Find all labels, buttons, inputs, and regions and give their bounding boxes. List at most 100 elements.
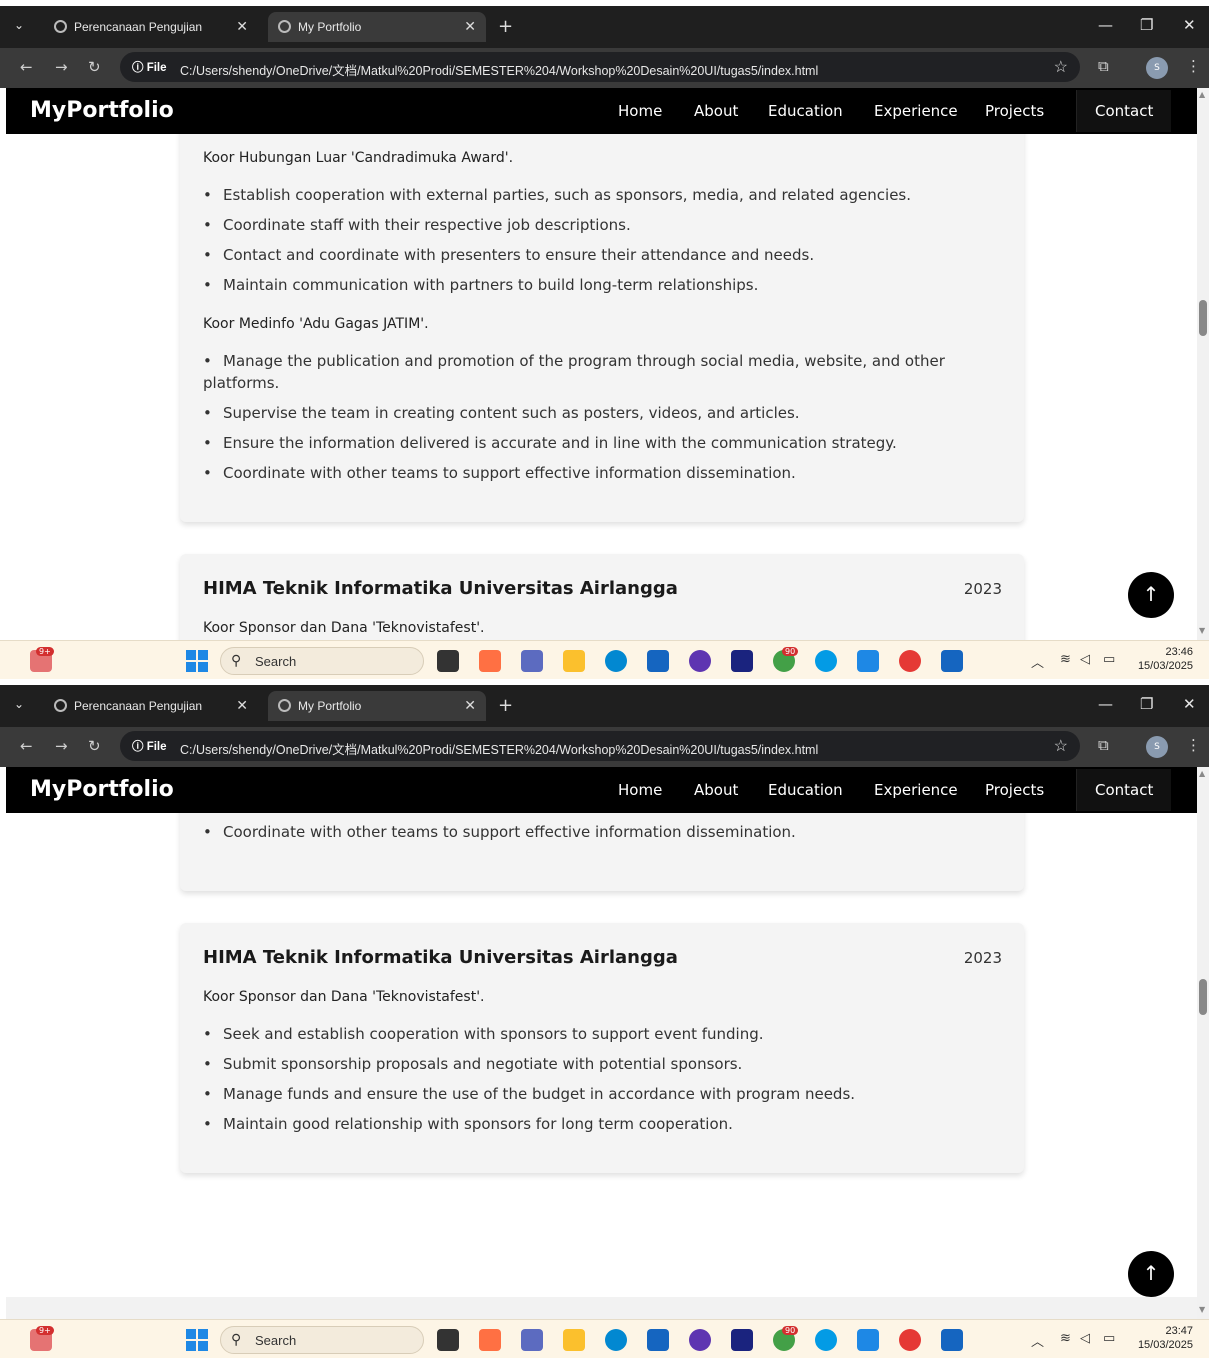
- word-icon[interactable]: [941, 1329, 963, 1351]
- back-icon[interactable]: ←: [20, 58, 33, 76]
- nav-about[interactable]: About: [694, 781, 738, 799]
- battery-icon[interactable]: ▭: [1103, 652, 1115, 667]
- scroll-down-icon[interactable]: ▼: [1199, 626, 1205, 635]
- tab-my-portfolio[interactable]: My Portfolio ✕: [268, 12, 486, 42]
- store-icon[interactable]: [647, 1329, 669, 1351]
- file-explorer-icon[interactable]: [563, 1329, 585, 1351]
- url-text[interactable]: C:/Users/shendy/OneDrive/文档/Matkul%20Pro…: [180, 739, 818, 758]
- task-view-icon[interactable]: [437, 1329, 459, 1351]
- close-tab-icon[interactable]: ✕: [236, 697, 248, 714]
- forward-icon[interactable]: →: [55, 737, 68, 755]
- minimize-icon[interactable]: —: [1098, 695, 1113, 713]
- task-view-icon[interactable]: [437, 650, 459, 672]
- nav-about[interactable]: About: [694, 102, 738, 120]
- scroll-up-icon[interactable]: ▲: [1199, 769, 1205, 778]
- tray-chevron-icon[interactable]: ︿: [1031, 652, 1044, 671]
- start-icon[interactable]: [186, 650, 208, 672]
- word-icon[interactable]: [941, 650, 963, 672]
- nav-projects[interactable]: Projects: [985, 102, 1044, 120]
- vscode-icon[interactable]: [857, 650, 879, 672]
- tab-souvstu[interactable]: Perencanaan Pengujian SouvStu ✕: [44, 12, 258, 42]
- menu-dots-icon[interactable]: ⋮: [1186, 57, 1201, 75]
- profile-avatar[interactable]: S: [1146, 736, 1168, 758]
- file-chip[interactable]: ⓘ File: [128, 58, 171, 76]
- vscode-icon[interactable]: [857, 1329, 879, 1351]
- new-tab-icon[interactable]: +: [498, 16, 513, 37]
- address-bar[interactable]: ⓘ File C:/Users/shendy/OneDrive/文档/Matku…: [120, 52, 1080, 82]
- teams-icon[interactable]: [521, 1329, 543, 1351]
- close-tab-icon[interactable]: ✕: [236, 18, 248, 35]
- tab-my-portfolio[interactable]: My Portfolio ✕: [268, 691, 486, 721]
- chrome-icon[interactable]: [899, 650, 921, 672]
- menu-dots-icon[interactable]: ⋮: [1186, 736, 1201, 754]
- extensions-icon[interactable]: ⧉: [1098, 736, 1109, 754]
- nav-projects[interactable]: Projects: [985, 781, 1044, 799]
- chrome-icon[interactable]: [899, 1329, 921, 1351]
- edge-icon[interactable]: [605, 1329, 627, 1351]
- app-icon[interactable]: [689, 650, 711, 672]
- close-window-icon[interactable]: ✕: [1183, 695, 1196, 713]
- back-to-top-button[interactable]: ↑: [1128, 572, 1174, 618]
- scroll-thumb[interactable]: [1199, 300, 1207, 336]
- reload-icon[interactable]: ↻: [88, 58, 101, 76]
- back-to-top-button[interactable]: ↑: [1128, 1251, 1174, 1297]
- back-icon[interactable]: ←: [20, 737, 33, 755]
- l-app-icon[interactable]: [731, 1329, 753, 1351]
- nav-experience[interactable]: Experience: [874, 102, 958, 120]
- new-tab-icon[interactable]: +: [498, 695, 513, 716]
- nav-experience[interactable]: Experience: [874, 781, 958, 799]
- close-window-icon[interactable]: ✕: [1183, 16, 1196, 34]
- close-tab-icon[interactable]: ✕: [464, 18, 476, 35]
- extensions-icon[interactable]: ⧉: [1098, 57, 1109, 75]
- tray-chevron-icon[interactable]: ︿: [1031, 1331, 1044, 1350]
- scrollbar[interactable]: ▲ ▼: [1197, 767, 1209, 1319]
- profile-avatar[interactable]: S: [1146, 57, 1168, 79]
- bookmark-star-icon[interactable]: ☆: [1054, 57, 1068, 77]
- clock[interactable]: 23:47 15/03/2025: [1138, 1324, 1193, 1352]
- app-icon[interactable]: [815, 1329, 837, 1351]
- file-chip[interactable]: ⓘ File: [128, 737, 171, 755]
- file-explorer-icon[interactable]: [563, 650, 585, 672]
- start-icon[interactable]: [186, 1329, 208, 1351]
- taskbar-search[interactable]: ⚲ Search: [220, 1326, 424, 1354]
- volume-icon[interactable]: ◁: [1080, 652, 1090, 667]
- edge-icon[interactable]: [605, 650, 627, 672]
- nav-home[interactable]: Home: [618, 781, 662, 799]
- bookmark-star-icon[interactable]: ☆: [1054, 736, 1068, 756]
- reload-icon[interactable]: ↻: [88, 737, 101, 755]
- address-bar[interactable]: ⓘ File C:/Users/shendy/OneDrive/文档/Matku…: [120, 731, 1080, 761]
- nav-contact[interactable]: Contact: [1076, 769, 1172, 811]
- clock[interactable]: 23:46 15/03/2025: [1138, 645, 1193, 673]
- restore-icon[interactable]: ❐: [1140, 16, 1153, 34]
- tab-search-icon[interactable]: ⌄: [14, 697, 24, 711]
- wifi-icon[interactable]: ≋: [1060, 652, 1071, 667]
- scroll-down-icon[interactable]: ▼: [1199, 1305, 1205, 1314]
- taskbar-search[interactable]: ⚲ Search: [220, 647, 424, 675]
- copilot-icon[interactable]: [479, 650, 501, 672]
- copilot-icon[interactable]: [479, 1329, 501, 1351]
- battery-icon[interactable]: ▭: [1103, 1331, 1115, 1346]
- scroll-thumb[interactable]: [1199, 979, 1207, 1015]
- site-logo[interactable]: MyPortfolio: [30, 777, 174, 802]
- l-app-icon[interactable]: [731, 650, 753, 672]
- store-icon[interactable]: [647, 650, 669, 672]
- url-text[interactable]: C:/Users/shendy/OneDrive/文档/Matkul%20Pro…: [180, 60, 818, 79]
- tab-search-icon[interactable]: ⌄: [14, 18, 24, 32]
- nav-home[interactable]: Home: [618, 102, 662, 120]
- scrollbar[interactable]: ▲ ▼: [1197, 88, 1209, 640]
- nav-education[interactable]: Education: [768, 102, 843, 120]
- restore-icon[interactable]: ❐: [1140, 695, 1153, 713]
- forward-icon[interactable]: →: [55, 58, 68, 76]
- teams-icon[interactable]: [521, 650, 543, 672]
- tab-souvstu[interactable]: Perencanaan Pengujian SouvStu ✕: [44, 691, 258, 721]
- wifi-icon[interactable]: ≋: [1060, 1331, 1071, 1346]
- minimize-icon[interactable]: —: [1098, 16, 1113, 34]
- scroll-up-icon[interactable]: ▲: [1199, 90, 1205, 99]
- app-icon[interactable]: [815, 650, 837, 672]
- close-tab-icon[interactable]: ✕: [464, 697, 476, 714]
- site-logo[interactable]: MyPortfolio: [30, 98, 174, 123]
- nav-education[interactable]: Education: [768, 781, 843, 799]
- app-icon[interactable]: [689, 1329, 711, 1351]
- nav-contact[interactable]: Contact: [1076, 90, 1172, 132]
- volume-icon[interactable]: ◁: [1080, 1331, 1090, 1346]
